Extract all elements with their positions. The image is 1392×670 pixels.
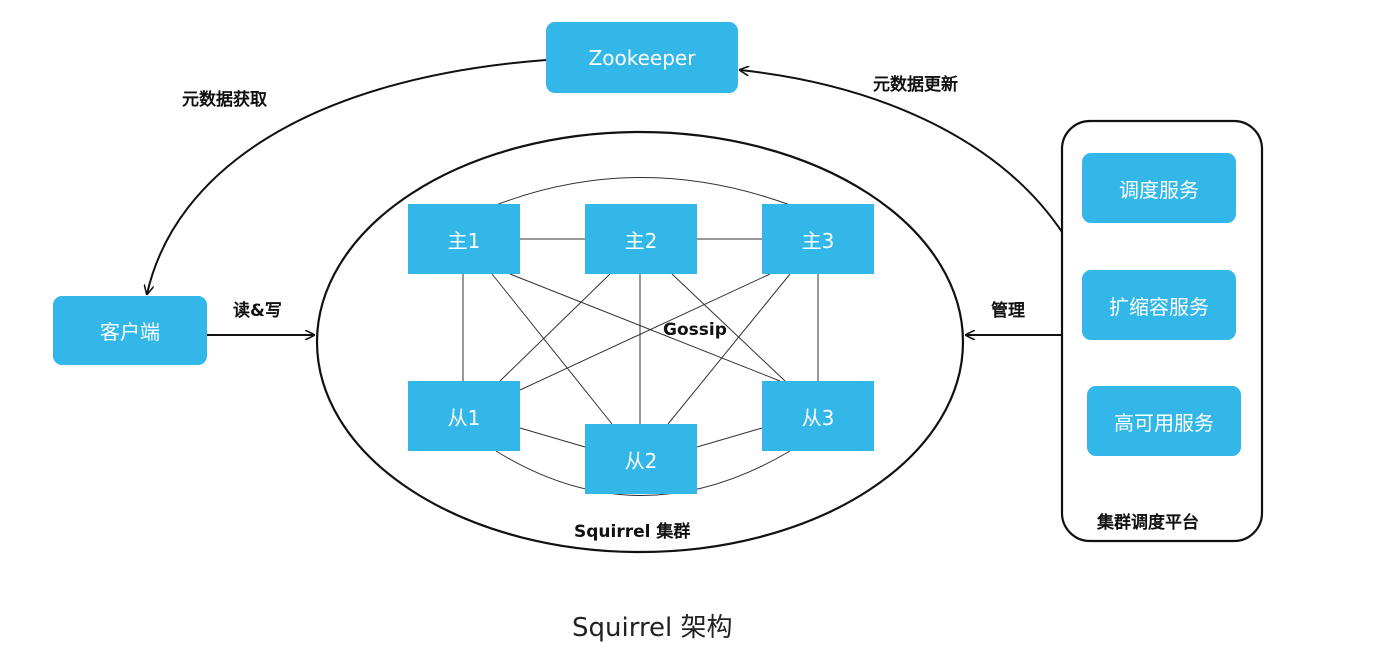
- zookeeper-node: Zookeeper: [546, 22, 738, 93]
- master-2-node: 主2: [585, 204, 697, 274]
- slave-3-node: 从3: [762, 381, 874, 451]
- master-3-node: 主3: [762, 204, 874, 274]
- ha-service-node: 高可用服务: [1087, 386, 1241, 456]
- figure-caption: Squirrel 架构: [572, 613, 733, 643]
- slave-1-node: 从1: [408, 381, 520, 451]
- client-node: 客户端: [53, 296, 207, 365]
- slave-2-node: 从2: [585, 424, 697, 494]
- metadata-update-label: 元数据更新: [873, 75, 958, 95]
- platform-label: 集群调度平台: [1097, 513, 1199, 533]
- architecture-diagram: Zookeeper 客户端 主1 主2 主3 从1 从2 从3 调度服务 扩缩容…: [0, 0, 1392, 670]
- read-write-label: 读&写: [233, 301, 282, 321]
- schedule-service-node: 调度服务: [1082, 153, 1236, 223]
- metadata-fetch-label: 元数据获取: [182, 90, 267, 110]
- scale-service-node: 扩缩容服务: [1082, 270, 1236, 340]
- cluster-label: Squirrel 集群: [574, 522, 691, 542]
- master-1-node: 主1: [408, 204, 520, 274]
- gossip-label: Gossip: [663, 320, 727, 340]
- manage-label: 管理: [991, 301, 1025, 321]
